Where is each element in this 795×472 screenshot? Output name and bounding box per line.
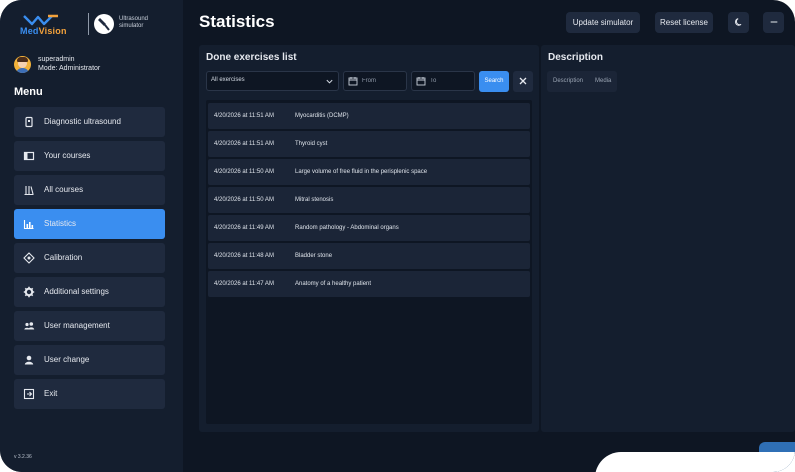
brand-app-name-line2: simulator <box>119 23 144 29</box>
description-panel <box>541 45 795 432</box>
user-icon <box>24 355 34 365</box>
menu-item-label: User management <box>44 321 110 330</box>
chevron-down-icon <box>326 79 333 84</box>
minimize-button[interactable] <box>763 12 784 33</box>
reset-license-button[interactable]: Reset license <box>655 12 713 33</box>
minimize-icon <box>770 21 777 23</box>
exercise-date: 4/20/2026 at 11:47 AM <box>214 281 274 287</box>
brand-name-med: Med <box>20 26 39 36</box>
menu-item-label: Exit <box>44 389 58 398</box>
bar-chart-icon <box>23 220 34 230</box>
exercise-name: Thyroid cyst <box>295 141 328 147</box>
users-icon <box>24 322 35 330</box>
exercise-date: 4/20/2026 at 11:48 AM <box>214 253 274 259</box>
brand-app-name-line1: Ultrasound <box>119 16 149 22</box>
menu-item-your-courses[interactable]: Your courses <box>14 141 165 171</box>
sidebar: MedVision Ultrasound simulator superadmi… <box>0 0 183 472</box>
page-title: Statistics <box>199 12 275 31</box>
exercise-filter-select[interactable]: All exercises <box>206 71 339 91</box>
user-info: superadmin Mode: Administrator <box>14 55 174 75</box>
user-name: superadmin <box>38 56 75 63</box>
menu-item-label: All courses <box>44 185 84 194</box>
exercise-row[interactable]: 4/20/2026 at 11:50 AM Large volume of fr… <box>208 159 530 185</box>
menu-item-user-management[interactable]: User management <box>14 311 165 341</box>
tab-media[interactable]: Media <box>595 78 611 84</box>
description-tabs: Description Media <box>547 71 617 92</box>
exercise-date: 4/20/2026 at 11:50 AM <box>214 169 274 175</box>
menu-item-label: User change <box>44 355 90 364</box>
gear-icon <box>23 286 35 298</box>
exercise-row[interactable]: 4/20/2026 at 11:49 AM Random pathology -… <box>208 215 530 241</box>
ultrasound-probe-icon <box>94 14 114 34</box>
user-mode: Mode: Administrator <box>38 65 101 72</box>
avatar-icon <box>14 56 31 73</box>
brand-app-name: Ultrasound simulator <box>119 16 179 30</box>
menu-item-user-change[interactable]: User change <box>14 345 165 375</box>
menu-item-label: Additional settings <box>44 287 109 296</box>
description-title: Description <box>548 52 604 63</box>
window-corner <box>595 452 795 472</box>
menu-item-calibration[interactable]: Calibration <box>14 243 165 273</box>
exercise-name: Random pathology - Abdominal organs <box>295 225 399 231</box>
done-exercises-title: Done exercises list <box>206 52 297 63</box>
exercise-name: Anatomy of a healthy patient <box>295 281 372 287</box>
probe-icon <box>25 116 33 128</box>
menu-item-statistics[interactable]: Statistics <box>14 209 165 239</box>
menu-item-diagnostic-ultrasound[interactable]: Diagnostic ultrasound <box>14 107 165 137</box>
exercise-row[interactable]: 4/20/2026 at 11:51 AM Myocarditis (DCMP) <box>208 103 530 129</box>
library-icon <box>24 186 34 196</box>
to-date-field[interactable] <box>411 71 475 91</box>
exercise-date: 4/20/2026 at 11:51 AM <box>214 141 274 147</box>
clear-filter-button[interactable] <box>513 71 533 92</box>
calendar-icon <box>416 77 426 86</box>
brand-separator <box>88 13 89 35</box>
brand-name-vision: Vision <box>38 26 67 36</box>
exercise-row[interactable]: 4/20/2026 at 11:47 AM Anatomy of a healt… <box>208 271 530 297</box>
exercise-row[interactable]: 4/20/2026 at 11:48 AM Bladder stone <box>208 243 530 269</box>
search-button[interactable]: Search <box>479 71 509 92</box>
update-simulator-button[interactable]: Update simulator <box>566 12 640 33</box>
calendar-icon <box>348 77 358 86</box>
crosshair-icon <box>23 252 35 264</box>
menu-title: Menu <box>14 86 43 98</box>
theme-toggle-button[interactable] <box>728 12 749 33</box>
moon-icon <box>734 18 741 26</box>
exercise-row[interactable]: 4/20/2026 at 11:51 AM Thyroid cyst <box>208 131 530 157</box>
exercise-date: 4/20/2026 at 11:51 AM <box>214 113 274 119</box>
menu-item-additional-settings[interactable]: Additional settings <box>14 277 165 307</box>
exercise-filter-value: All exercises <box>211 77 245 83</box>
exercise-date: 4/20/2026 at 11:50 AM <box>214 197 274 203</box>
exercise-date: 4/20/2026 at 11:49 AM <box>214 225 274 231</box>
close-icon <box>519 77 527 85</box>
menu-item-label: Diagnostic ultrasound <box>44 117 121 126</box>
exercise-row[interactable]: 4/20/2026 at 11:50 AM Mitral stenosis <box>208 187 530 213</box>
from-date-input[interactable] <box>362 75 406 87</box>
exercise-name: Bladder stone <box>295 253 333 259</box>
brand: MedVision Ultrasound simulator <box>18 12 178 40</box>
book-icon <box>23 151 35 161</box>
from-date-field[interactable] <box>343 71 407 91</box>
menu-item-label: Statistics <box>44 219 77 228</box>
menu-item-label: Calibration <box>44 253 83 262</box>
menu-item-exit[interactable]: Exit <box>14 379 165 409</box>
exit-icon <box>23 388 35 400</box>
brand-name: MedVision <box>20 26 67 36</box>
exercise-list: 4/20/2026 at 11:51 AM Myocarditis (DCMP)… <box>206 100 532 424</box>
exercise-name: Mitral stenosis <box>295 197 334 203</box>
to-date-input[interactable] <box>430 75 474 87</box>
app-window: MedVision Ultrasound simulator superadmi… <box>0 0 795 472</box>
exercise-name: Large volume of free fluid in the perisp… <box>295 169 428 175</box>
tab-description[interactable]: Description <box>553 78 583 84</box>
exercise-name: Myocarditis (DCMP) <box>295 113 349 119</box>
menu-item-all-courses[interactable]: All courses <box>14 175 165 205</box>
version-label: v 3.2.36 <box>14 454 32 460</box>
menu-item-label: Your courses <box>44 151 91 160</box>
